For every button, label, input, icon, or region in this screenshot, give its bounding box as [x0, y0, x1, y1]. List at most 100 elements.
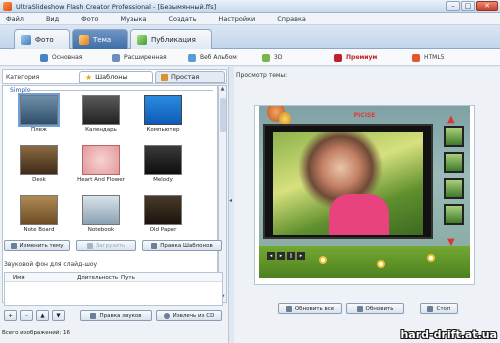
flower-icon — [427, 254, 435, 262]
tab-templates[interactable]: ★ Шаблоны — [79, 71, 153, 83]
template-caption: Компьютер — [146, 127, 180, 133]
extract-cd-button[interactable]: Извлечь из CD — [156, 310, 222, 321]
refresh-label: Обновить — [365, 305, 394, 312]
app-icon — [3, 2, 12, 11]
collapse-arrow-icon[interactable]: ◂ — [229, 197, 232, 204]
tab-simple[interactable]: Простая — [155, 71, 225, 83]
menu-help[interactable]: Справка — [277, 15, 306, 23]
flower-icon — [377, 260, 385, 268]
maximize-button[interactable]: □ — [461, 1, 475, 11]
template-caption: Календарь — [85, 127, 117, 133]
subtab-advanced[interactable]: Расширенная — [112, 52, 167, 63]
edit-templates-button[interactable]: Правка Шаблонов — [142, 240, 222, 251]
category-label: Категория — [6, 74, 40, 81]
template-item[interactable]: Плеж — [11, 93, 67, 144]
title-bar: UltraSlideshow Flash Creator Professiona… — [0, 0, 500, 13]
preview-photo-subject — [329, 194, 389, 235]
web-album-icon — [188, 53, 196, 62]
tab-theme-label: Тема — [93, 35, 112, 44]
template-scrollbar[interactable]: ▲ ▼ — [218, 85, 227, 303]
menu-file[interactable]: Файл — [6, 15, 24, 23]
refresh-icon — [356, 305, 363, 312]
subtab-web-album[interactable]: Веб Альбом — [188, 52, 237, 63]
preview-stage: PICISE ▲ ▼ ◂ ▸ ∥ ▸ — [259, 106, 470, 278]
tab-photo-label: Фото — [35, 35, 54, 44]
status-bar: Всего изображений: 16 — [2, 330, 70, 336]
photo-icon — [21, 34, 31, 45]
refresh-all-button[interactable]: Обновить все — [278, 303, 342, 314]
template-item[interactable]: Heart And Flower — [73, 145, 129, 194]
preview-player-controls: ◂ ▸ ∥ ▸ — [267, 252, 305, 260]
category-header: Категория ★ Шаблоны Простая — [2, 69, 227, 84]
template-caption: Melody — [153, 177, 173, 183]
tab-photo[interactable]: Фото — [14, 29, 70, 49]
extract-cd-label: Извлечь из CD — [172, 312, 215, 319]
add-icon: + — [8, 312, 13, 319]
template-item[interactable]: Календарь — [73, 95, 129, 144]
subtab-3d[interactable]: 3D — [262, 52, 282, 63]
edit-sound-button[interactable]: Правка звуков — [80, 310, 152, 321]
template-item[interactable]: Компьютер — [135, 95, 191, 144]
template-item[interactable]: Notebook — [73, 195, 129, 244]
template-thumbnail — [20, 195, 58, 225]
scrollbar-thumb[interactable] — [220, 98, 226, 132]
edit-sound-label: Правка звуков — [99, 312, 142, 319]
menu-bar: Файл Вид Фото Музыка Создать Настройки С… — [0, 13, 500, 25]
template-item[interactable]: Note Board — [11, 195, 67, 244]
status-label: Всего изображений: — [2, 330, 62, 336]
swap-icon — [10, 242, 17, 249]
preview-thumbnail — [444, 152, 464, 173]
column-path[interactable]: Путь — [121, 275, 135, 281]
next-icon: ▸ — [297, 252, 305, 260]
load-label: Загрузить — [95, 242, 126, 249]
3d-icon — [262, 53, 270, 62]
menu-settings[interactable]: Настройки — [219, 15, 256, 23]
preview-thumbnail — [444, 178, 464, 199]
minimize-button[interactable]: – — [446, 1, 460, 11]
menu-music[interactable]: Музыка — [121, 15, 147, 23]
theme-icon — [79, 34, 89, 45]
template-caption: Heart And Flower — [77, 177, 125, 183]
column-name[interactable]: Имя — [13, 275, 25, 281]
move-down-button[interactable]: ▼ — [52, 310, 65, 321]
load-icon — [86, 242, 93, 249]
load-button[interactable]: Загрузить — [76, 240, 136, 251]
close-button[interactable]: ✕ — [476, 1, 498, 11]
move-up-button[interactable]: ▲ — [36, 310, 49, 321]
cd-icon — [163, 312, 170, 319]
premium-icon — [334, 53, 342, 62]
arrow-down-icon: ▼ — [56, 312, 61, 319]
menu-create[interactable]: Создать — [168, 15, 196, 23]
template-item[interactable]: Desk — [11, 145, 67, 194]
subtab-basic[interactable]: Основная — [40, 52, 82, 63]
refresh-button[interactable]: Обновить — [346, 303, 404, 314]
simple-theme-icon — [161, 73, 168, 81]
template-item[interactable]: Melody — [135, 145, 191, 194]
window-title: UltraSlideshow Flash Creator Professiona… — [16, 3, 217, 11]
subtab-premium[interactable]: Премиум — [334, 52, 377, 63]
remove-music-button[interactable]: – — [20, 310, 33, 321]
preview-label: Просмотр темы: — [236, 72, 288, 79]
thumbnail-up-icon: ▲ — [447, 114, 455, 125]
subtab-html5[interactable]: HTML5 — [412, 52, 445, 63]
change-theme-button[interactable]: Изменить тему — [4, 240, 70, 251]
right-panel: Просмотр темы: PICISE ▲ ▼ ◂ ▸ ∥ ▸ Обнови… — [234, 67, 500, 343]
stop-button[interactable]: Стоп — [420, 303, 458, 314]
menu-photo[interactable]: Фото — [81, 15, 98, 23]
status-count: 16 — [63, 330, 70, 336]
audio-list[interactable]: Имя Длительность Путь — [4, 272, 223, 306]
template-caption: Desk — [32, 177, 46, 183]
menu-view[interactable]: Вид — [46, 15, 59, 23]
preview-thumbnail — [444, 204, 464, 225]
tab-theme[interactable]: Тема — [72, 29, 128, 49]
theme-preview: PICISE ▲ ▼ ◂ ▸ ∥ ▸ — [254, 105, 475, 285]
template-caption: Note Board — [23, 227, 55, 233]
add-music-button[interactable]: + — [4, 310, 17, 321]
scroll-up-icon[interactable]: ▲ — [219, 86, 226, 94]
tab-publish[interactable]: Публикация — [130, 29, 212, 49]
template-item[interactable]: Old Paper — [135, 195, 191, 244]
arrow-up-icon: ▲ — [40, 312, 45, 319]
column-duration[interactable]: Длительность — [77, 275, 118, 281]
template-thumbnail — [82, 195, 120, 225]
template-thumbnail — [82, 95, 120, 125]
